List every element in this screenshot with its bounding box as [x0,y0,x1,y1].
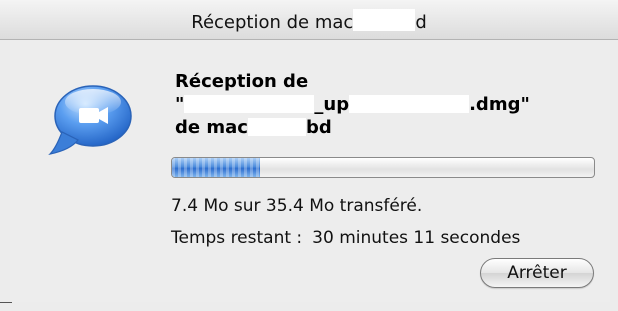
transfer-amount: 7.4 Mo sur 35.4 Mo transféré. [171,196,423,216]
time-remaining: Temps restant : 30 minutes 11 secondes [171,228,520,248]
stop-button[interactable]: Arrêter [480,258,594,288]
redacted-block [353,9,416,31]
window-titlebar[interactable]: Réception de mac d [0,0,618,40]
transfer-message: Réception de " _up .dmg" de mac bd [175,70,605,139]
ichat-video-camera-icon [48,82,134,162]
window-edge-divider [0,302,12,303]
file-name: " _up .dmg" [175,94,530,115]
window-title-prefix: Réception de mac [191,12,354,33]
window-title-suffix: d [415,12,427,33]
time-remaining-value: 30 minutes 11 secondes [312,228,521,248]
message-heading: Réception de [175,71,309,92]
progress-fill [172,158,261,177]
redacted-block [184,95,315,113]
sender-line: de mac bd [175,117,332,138]
transfer-progress-bar [171,157,595,178]
redacted-block [247,118,306,136]
time-remaining-label: Temps restant : [171,228,303,248]
window-title: Réception de mac d [0,9,618,33]
redacted-block [349,95,470,113]
file-transfer-window: Réception de mac d Réception de " _up .d… [0,0,618,311]
